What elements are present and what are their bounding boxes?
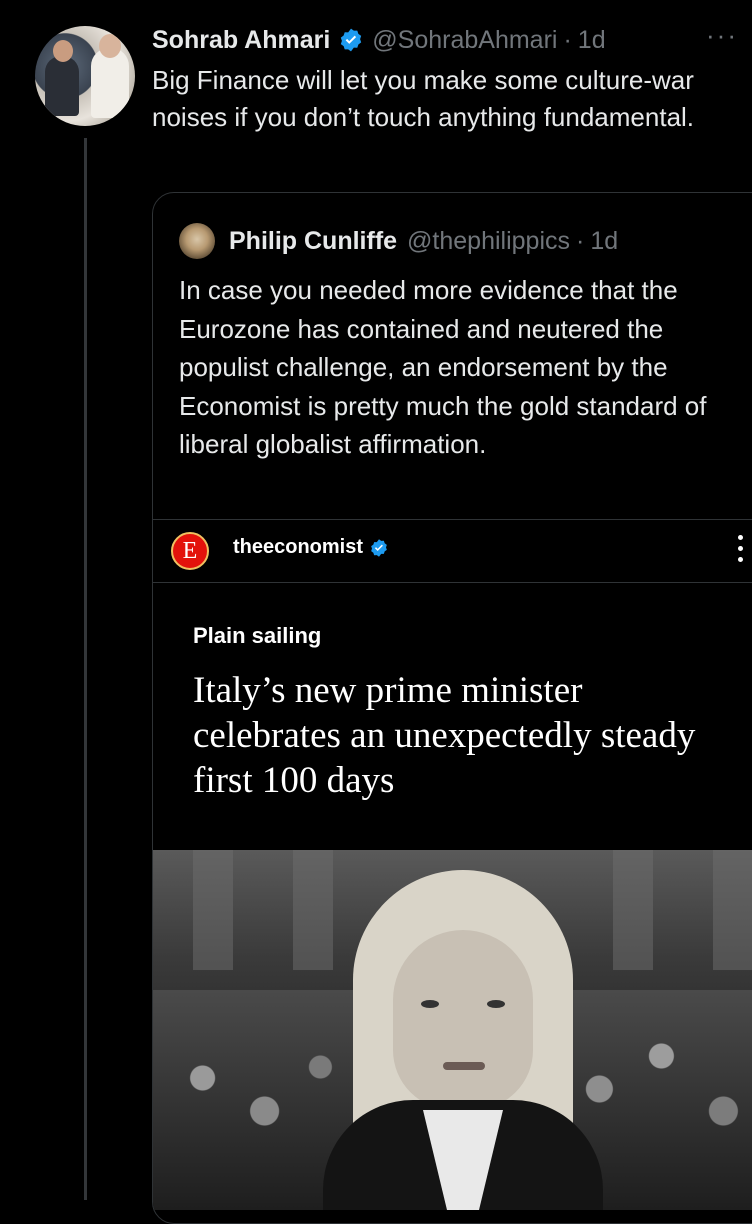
photo-detail <box>193 850 233 970</box>
separator-dot: · <box>563 25 572 54</box>
photo-detail <box>713 850 752 970</box>
article-photo <box>153 850 752 1210</box>
article-headline: Italy’s new prime minister celebrates an… <box>193 670 696 801</box>
avatar[interactable] <box>35 26 135 126</box>
photo-detail <box>443 1062 485 1070</box>
author-handle[interactable]: @SohrabAhmari <box>372 26 557 55</box>
quoted-tweet-header: Philip Cunliffe @thephilippics · 1d <box>179 223 618 259</box>
quoted-author-name: Philip Cunliffe <box>229 226 398 255</box>
photo-subject-face <box>393 930 533 1110</box>
author-name[interactable]: Sohrab Ahmari <box>152 26 330 55</box>
thread-line <box>84 138 87 1200</box>
photo-detail <box>613 850 653 970</box>
verified-badge-icon <box>341 28 362 52</box>
tweet-header: Sohrab Ahmari @SohrabAhmari · 1d <box>152 22 742 58</box>
avatar-figure <box>53 40 73 62</box>
timestamp[interactable]: 1d <box>578 26 606 55</box>
avatar-figure <box>99 34 121 58</box>
avatar-figure <box>91 48 129 118</box>
quoted-timestamp: 1d <box>590 226 619 255</box>
kebab-menu-icon <box>738 532 743 565</box>
embedded-screenshot: E theeconomist Plain sailing Italy’s new… <box>153 519 752 1223</box>
tweet-text: Big Finance will let you make some cultu… <box>152 65 695 132</box>
quoted-tweet-card[interactable]: Philip Cunliffe @thephilippics · 1d In c… <box>152 192 752 1224</box>
embedded-account-name: theeconomist <box>233 536 364 558</box>
photo-detail <box>293 850 333 970</box>
photo-detail <box>421 1000 439 1008</box>
economist-logo: E <box>171 532 209 570</box>
article-kicker: Plain sailing <box>193 623 322 648</box>
more-options-icon[interactable]: ··· <box>706 20 738 51</box>
quoted-author-handle: @thephilippics <box>407 226 571 255</box>
photo-detail <box>487 1000 505 1008</box>
quoted-avatar <box>179 223 215 259</box>
embedded-post-header: E theeconomist <box>153 520 752 583</box>
verified-badge-icon <box>371 538 387 557</box>
embedded-account: theeconomist <box>233 536 389 559</box>
avatar-figure <box>45 56 79 116</box>
quoted-tweet-text: In case you needed more evidence that th… <box>179 275 707 459</box>
separator-dot: · <box>576 226 585 255</box>
